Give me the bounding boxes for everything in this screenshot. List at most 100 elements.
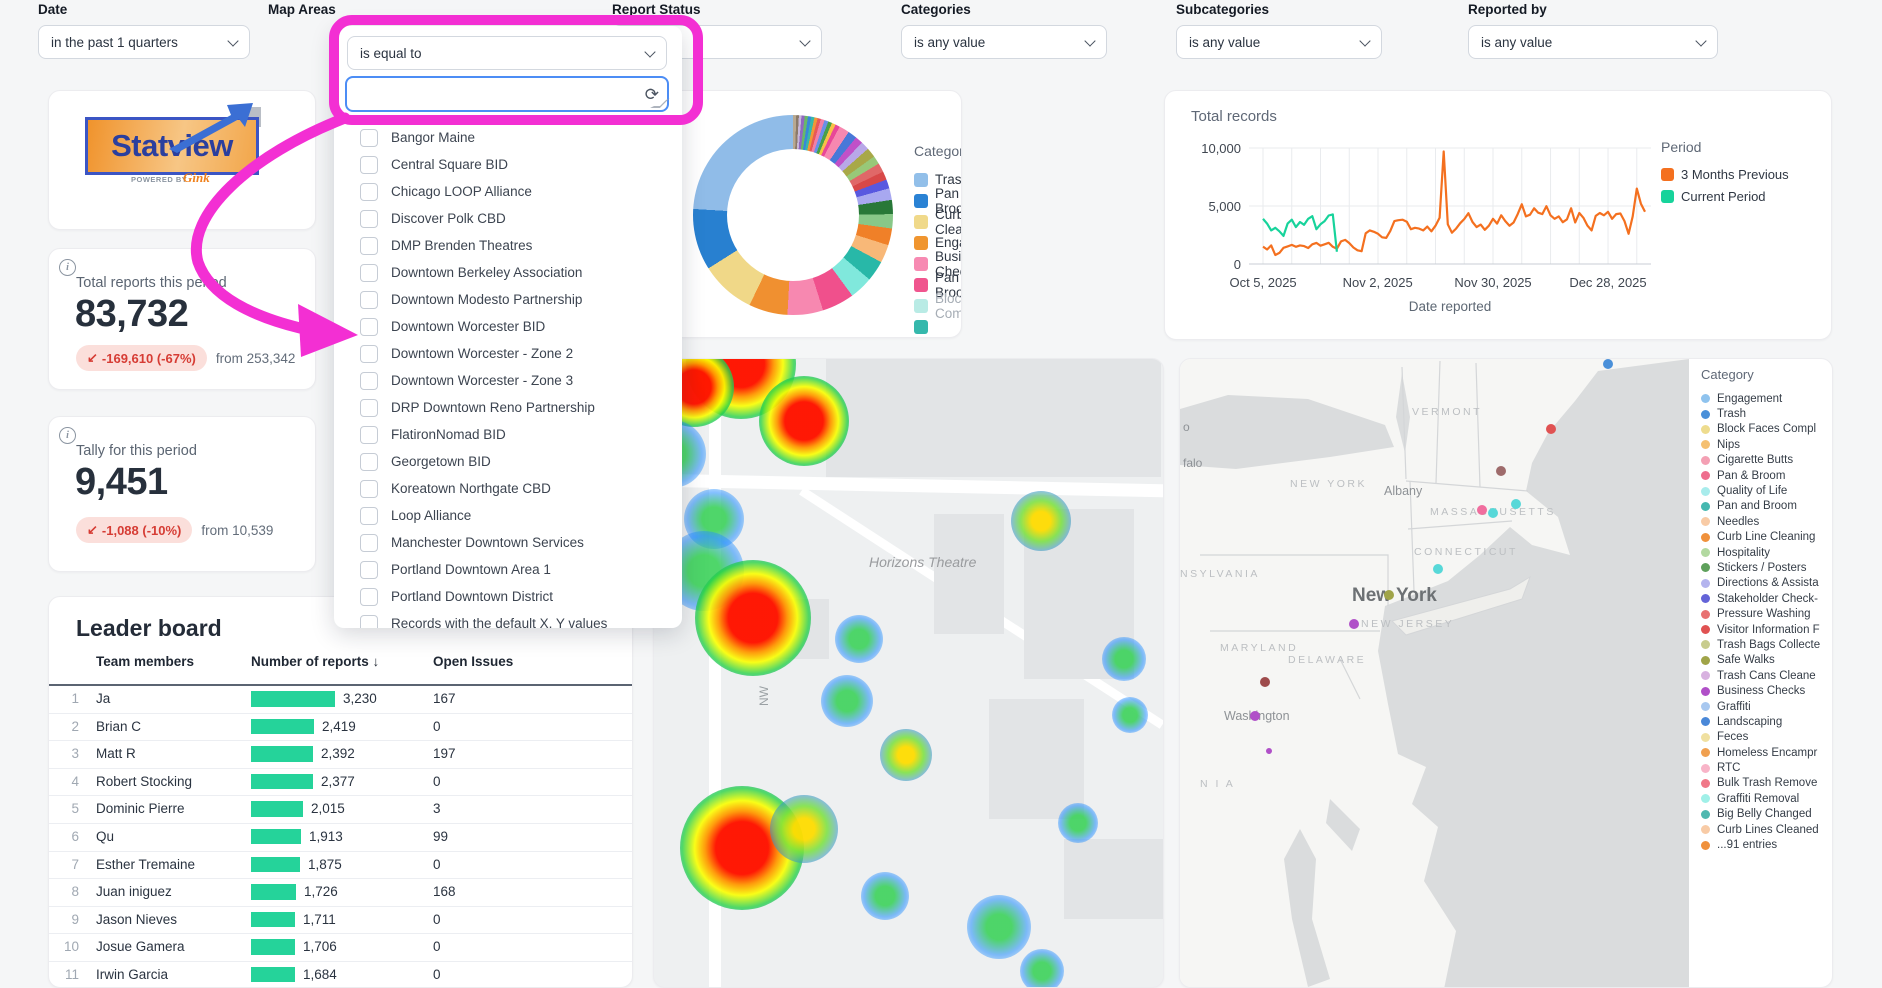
map-legend-item[interactable]: Homeless Encampr (1701, 745, 1820, 760)
map-legend-item[interactable]: Block Faces Compl (1701, 422, 1820, 437)
map-legend-item[interactable]: ...91 entries (1701, 837, 1820, 852)
period-legend-item[interactable]: Current Period (1661, 185, 1789, 207)
map-area-option-label: FlatironNomad BID (391, 427, 506, 442)
map-legend-item[interactable]: Landscaping (1701, 714, 1820, 729)
date-filter-select[interactable]: in the past 1 quarters (38, 25, 250, 59)
map-legend-item[interactable]: Pressure Washing (1701, 606, 1820, 621)
map-legend-item[interactable]: Hospitality (1701, 545, 1820, 560)
legend-label: Homeless Encampr (1717, 747, 1817, 759)
donut-legend-item[interactable]: Curb Line Cleaning (914, 211, 962, 232)
checkbox-icon[interactable] (360, 291, 378, 309)
report-count-value: 1,875 (308, 857, 342, 872)
period-legend-item[interactable]: 3 Months Previous (1661, 163, 1789, 185)
map-legend-item[interactable]: Nips (1701, 437, 1820, 452)
map-legend-item[interactable]: Feces (1701, 730, 1820, 745)
dashboard: Date in the past 1 quarters Map Areas Re… (0, 0, 1882, 988)
checkbox-icon[interactable] (360, 372, 378, 390)
checkbox-icon[interactable] (360, 561, 378, 579)
map-area-option[interactable]: Georgetown BID (334, 448, 682, 475)
map-legend-item[interactable]: Stickers / Posters (1701, 560, 1820, 575)
map-area-option[interactable]: Loop Alliance (334, 502, 682, 529)
checkbox-icon[interactable] (360, 210, 378, 228)
map-area-option[interactable]: DRP Downtown Reno Partnership (334, 394, 682, 421)
map-legend-item[interactable]: Visitor Information F (1701, 622, 1820, 637)
map-legend-item[interactable]: Pan & Broom (1701, 468, 1820, 483)
refresh-icon[interactable]: ⟳ (645, 86, 659, 103)
donut-legend-item[interactable]: Block Faces Completed (914, 295, 962, 316)
checkbox-icon[interactable] (360, 183, 378, 201)
map-legend-item[interactable]: Cigarette Butts (1701, 453, 1820, 468)
map-area-option[interactable]: Downtown Worcester BID (334, 313, 682, 340)
map-area-option-label: Georgetown BID (391, 454, 491, 469)
map-area-option[interactable]: Downtown Berkeley Association (334, 259, 682, 286)
map-area-option[interactable]: Central Square BID (334, 151, 682, 178)
map-area-option[interactable]: Discover Polk CBD (334, 205, 682, 232)
legend-label: Stickers / Posters (1717, 562, 1806, 574)
map-legend-item[interactable]: Trash Cans Cleane (1701, 668, 1820, 683)
heatmap-card[interactable]: Horizons Theatre NW (653, 358, 1164, 988)
info-icon[interactable]: i (59, 259, 76, 276)
map-legend-item[interactable]: Big Belly Changed (1701, 807, 1820, 822)
map-legend-item[interactable]: Graffiti Removal (1701, 791, 1820, 806)
map-area-option[interactable]: Koreatown Northgate CBD (334, 475, 682, 502)
reported-by-select[interactable]: is any value (1468, 25, 1718, 59)
checkbox-icon[interactable] (360, 129, 378, 147)
map-area-option[interactable]: FlatironNomad BID (334, 421, 682, 448)
map-legend-item[interactable]: Quality of Life (1701, 483, 1820, 498)
map-areas-search-input[interactable]: ⟳ (345, 76, 669, 112)
map-legend-item[interactable]: Safe Walks (1701, 653, 1820, 668)
column-number-of-reports[interactable]: Number of reports ↓ (251, 654, 379, 669)
filter-subcategories: Subcategories is any value (1176, 2, 1382, 59)
map-legend-item[interactable]: Curb Lines Cleaned (1701, 822, 1820, 837)
scatter-map-card[interactable]: VERMONTNEW YORKMASSACHUSETTSCONNECTICUTN… (1179, 358, 1833, 988)
map-area-option[interactable]: Records with the default X, Y values (334, 610, 682, 628)
table-row: 1Ja3,230167 (49, 686, 632, 714)
map-area-option-label: Downtown Modesto Partnership (391, 292, 582, 307)
map-area-option[interactable]: Manchester Downtown Services (334, 529, 682, 556)
map-legend-item[interactable]: Trash Bags Collecte (1701, 637, 1820, 652)
map-legend-item[interactable]: Engagement (1701, 391, 1820, 406)
checkbox-icon[interactable] (360, 615, 378, 629)
map-legend-item[interactable]: Bulk Trash Remove (1701, 776, 1820, 791)
map-legend-item[interactable]: Directions & Assista (1701, 576, 1820, 591)
checkbox-icon[interactable] (360, 588, 378, 606)
map-legend-item[interactable]: Needles (1701, 514, 1820, 529)
open-issues-value: 197 (433, 746, 456, 761)
map-area-option[interactable]: Downtown Worcester - Zone 3 (334, 367, 682, 394)
checkbox-icon[interactable] (360, 426, 378, 444)
filter-categories-label: Categories (901, 2, 1107, 17)
map-legend-item[interactable]: Curb Line Cleaning (1701, 530, 1820, 545)
categories-select[interactable]: is any value (901, 25, 1107, 59)
map-area-option[interactable]: Bangor Maine (334, 124, 682, 151)
map-area-option[interactable]: Chicago LOOP Alliance (334, 178, 682, 205)
checkbox-icon[interactable] (360, 318, 378, 336)
map-legend-item[interactable]: Pan and Broom (1701, 499, 1820, 514)
map-area-option[interactable]: Downtown Modesto Partnership (334, 286, 682, 313)
team-member-name: Esther Tremaine (96, 857, 195, 872)
map-legend-item[interactable]: Stakeholder Check- (1701, 591, 1820, 606)
subcategories-select[interactable]: is any value (1176, 25, 1382, 59)
map-legend-item[interactable]: Trash (1701, 406, 1820, 421)
map-legend-item[interactable]: Business Checks (1701, 683, 1820, 698)
checkbox-icon[interactable] (360, 507, 378, 525)
map-street-label: NW (757, 686, 771, 706)
map-area-option[interactable]: Portland Downtown District (334, 583, 682, 610)
checkbox-icon[interactable] (360, 237, 378, 255)
map-legend-item[interactable]: RTC (1701, 760, 1820, 775)
info-icon[interactable]: i (59, 427, 76, 444)
checkbox-icon[interactable] (360, 453, 378, 471)
legend-dot-icon (1701, 794, 1710, 803)
map-area-option[interactable]: DMP Brenden Theatres (334, 232, 682, 259)
checkbox-icon[interactable] (360, 480, 378, 498)
map-areas-operator-select[interactable]: is equal to (347, 36, 667, 70)
checkbox-icon[interactable] (360, 399, 378, 417)
total-records-card: Total records 05,00010,000 Oct 5, 2025No… (1164, 90, 1832, 340)
checkbox-icon[interactable] (360, 264, 378, 282)
column-open-issues: Open Issues (433, 654, 513, 669)
map-legend-item[interactable]: Graffiti (1701, 699, 1820, 714)
checkbox-icon[interactable] (360, 156, 378, 174)
map-area-option[interactable]: Downtown Worcester - Zone 2 (334, 340, 682, 367)
checkbox-icon[interactable] (360, 534, 378, 552)
map-area-option[interactable]: Portland Downtown Area 1 (334, 556, 682, 583)
checkbox-icon[interactable] (360, 345, 378, 363)
